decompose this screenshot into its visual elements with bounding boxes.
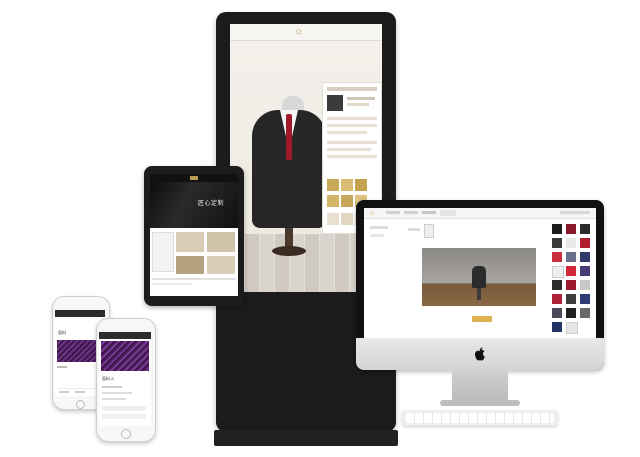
- keyboard: [402, 410, 558, 426]
- garment-thumb[interactable]: [566, 294, 576, 304]
- phone-status-bar: [55, 310, 105, 317]
- shirt-thumbnail[interactable]: [424, 224, 434, 238]
- product-tile[interactable]: [176, 256, 204, 274]
- product-tile[interactable]: [207, 256, 235, 274]
- garment-thumb[interactable]: [566, 322, 578, 334]
- divider: [152, 278, 236, 280]
- panel-row: [327, 117, 377, 120]
- text-line: [57, 366, 67, 368]
- garment-thumb[interactable]: [566, 266, 576, 276]
- garment-thumb[interactable]: [566, 280, 576, 290]
- nav-tab[interactable]: [404, 211, 418, 214]
- option-tile[interactable]: [327, 195, 339, 207]
- fabric-label: 面料 A: [102, 376, 114, 381]
- option-tile[interactable]: [327, 179, 339, 191]
- tablet-screen: 匠心定制: [150, 174, 238, 296]
- garment-thumb[interactable]: [580, 308, 590, 318]
- garment-thumb[interactable]: [580, 294, 590, 304]
- garment-thumb[interactable]: [566, 252, 576, 262]
- option-tile[interactable]: [341, 179, 353, 191]
- tablet-header: [150, 174, 238, 182]
- imac-stand: [452, 370, 508, 404]
- garment-thumb[interactable]: [552, 238, 562, 248]
- garment-thumb[interactable]: [580, 266, 590, 276]
- garment-thumb[interactable]: [566, 224, 576, 234]
- garment-thumb[interactable]: [552, 294, 562, 304]
- footer-item[interactable]: [75, 391, 85, 393]
- phone-status-bar: [99, 332, 151, 339]
- panel-row: [327, 141, 377, 144]
- fabric-swatch-purple[interactable]: [101, 341, 149, 371]
- home-button-icon[interactable]: [76, 400, 85, 409]
- garment-thumb[interactable]: [552, 322, 562, 332]
- garment-thumb[interactable]: [552, 280, 562, 290]
- panel-row: [327, 131, 367, 134]
- text-line: [102, 392, 132, 394]
- label: [408, 228, 420, 231]
- home-button-icon[interactable]: [121, 429, 131, 439]
- panel-row: [327, 87, 377, 91]
- mannequin-base: [272, 246, 306, 256]
- confirm-button[interactable]: [472, 316, 492, 322]
- panel-row: [327, 148, 371, 151]
- garment-thumb[interactable]: [580, 224, 590, 234]
- panel-row: [347, 97, 375, 100]
- nav-tab[interactable]: [422, 211, 436, 214]
- banner-title: 匠心定制: [198, 201, 225, 207]
- option-row[interactable]: [102, 414, 146, 419]
- keyboard-keys: [406, 413, 554, 423]
- section-title: 面料: [58, 330, 66, 335]
- product-tile[interactable]: [207, 232, 235, 252]
- mannequin-pole: [477, 288, 481, 300]
- footer-item[interactable]: [59, 391, 69, 393]
- brand-logo-icon: ☼: [294, 26, 304, 37]
- option-tile[interactable]: [327, 213, 339, 225]
- phone-right-screen: 面料 A: [99, 332, 151, 426]
- option-tile[interactable]: [355, 179, 367, 191]
- garment-thumb[interactable]: [566, 238, 576, 248]
- product-shirt-image[interactable]: [152, 232, 174, 272]
- garment-thumb[interactable]: [552, 308, 562, 318]
- tablet-banner: 匠心定制: [150, 182, 238, 228]
- product-tile[interactable]: [176, 232, 204, 252]
- sidebar-item[interactable]: [370, 234, 384, 237]
- option-row[interactable]: [102, 406, 146, 411]
- option-tile[interactable]: [341, 195, 353, 207]
- nav-tab[interactable]: [386, 211, 400, 214]
- garment-thumb[interactable]: [552, 252, 562, 262]
- brand-logo-icon: ☼: [368, 208, 376, 217]
- panel-row: [327, 155, 377, 158]
- panel-row: [327, 124, 377, 127]
- tie: [286, 114, 292, 160]
- kiosk-base: [214, 430, 398, 446]
- desktop-navbar: ☼: [364, 208, 596, 219]
- text-line: [152, 283, 192, 285]
- mannequin-pole: [285, 228, 293, 248]
- garment-thumb[interactable]: [580, 252, 590, 262]
- fabric-thumbnail[interactable]: [327, 95, 343, 111]
- nav-tab-active[interactable]: [440, 210, 456, 216]
- garment-thumb[interactable]: [552, 266, 564, 278]
- garment-thumb[interactable]: [580, 238, 590, 248]
- imac-chin: [356, 338, 604, 370]
- apple-logo-icon: [475, 347, 485, 361]
- option-tile[interactable]: [341, 213, 353, 225]
- text-line: [102, 386, 122, 388]
- panel-row: [347, 103, 369, 106]
- showroom-preview: [422, 248, 536, 306]
- text-line: [102, 398, 126, 400]
- desktop-screen: ☼: [364, 208, 596, 338]
- nav-user[interactable]: [560, 211, 590, 214]
- imac-foot: [440, 400, 520, 406]
- kiosk-header: ☼: [230, 24, 382, 41]
- sidebar-item[interactable]: [370, 226, 388, 229]
- garment-thumb[interactable]: [566, 308, 576, 318]
- garment-thumb[interactable]: [580, 280, 590, 290]
- garment-grid: [552, 224, 592, 336]
- brand-logo-icon: [190, 176, 198, 180]
- mannequin-shirt: [472, 266, 486, 288]
- garment-thumb[interactable]: [552, 224, 562, 234]
